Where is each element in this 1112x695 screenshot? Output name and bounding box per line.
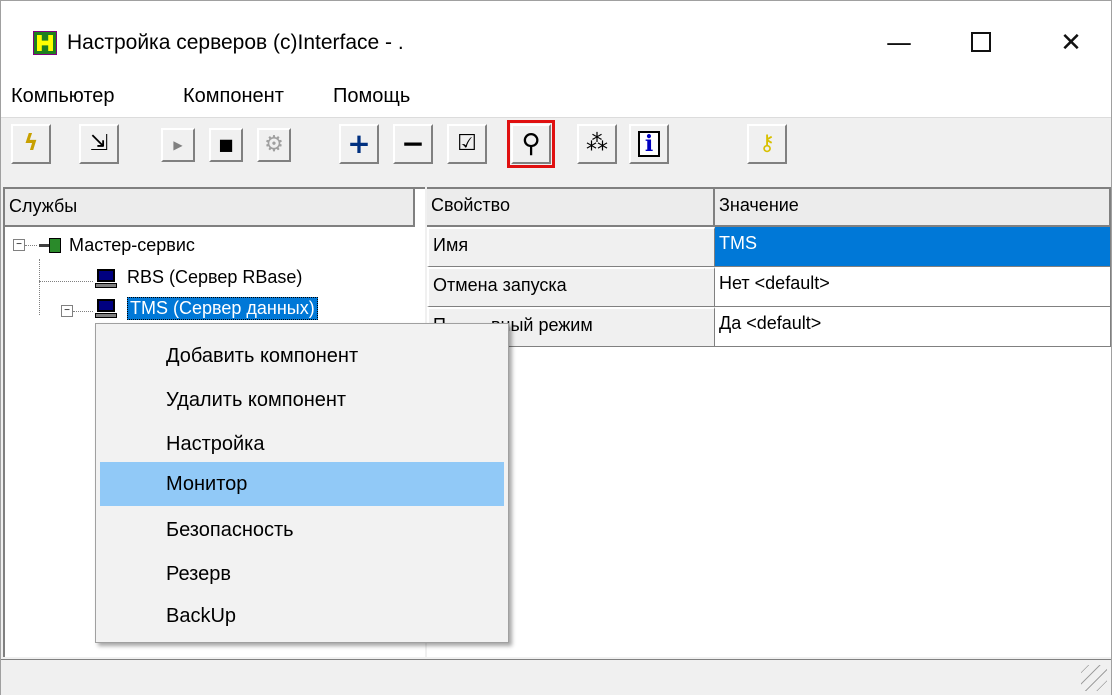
status-bar: [1, 659, 1111, 695]
stop-icon: ■: [218, 135, 234, 154]
stop-button[interactable]: ■: [209, 128, 243, 162]
title-bar: Настройка серверов (c)Interface - . — ✕: [1, 1, 1111, 77]
play-icon: ▶: [173, 138, 183, 152]
remove-icon: −: [401, 127, 425, 160]
export-button[interactable]: ⇲: [79, 124, 119, 164]
tree-connector: [73, 311, 93, 312]
menu-component[interactable]: Компонент: [183, 85, 284, 108]
property-key-name[interactable]: Имя: [427, 227, 715, 267]
tree-expander-root[interactable]: −: [13, 239, 25, 251]
close-button[interactable]: ✕: [1049, 23, 1093, 63]
window-title: Настройка серверов (c)Interface - .: [67, 31, 404, 54]
computer-icon: [95, 269, 117, 289]
menu-help[interactable]: Помощь: [333, 85, 410, 108]
tree-connector: [39, 259, 40, 315]
ctx-add-component[interactable]: Добавить компонент: [100, 334, 504, 378]
start-button[interactable]: ▶: [161, 128, 195, 162]
components-button[interactable]: ⚙: [257, 128, 291, 162]
property-key-cancel-start[interactable]: Отмена запуска: [427, 267, 715, 307]
ctx-backup[interactable]: BackUp: [100, 594, 504, 638]
app-window: Настройка серверов (c)Interface - . — ✕ …: [0, 0, 1112, 695]
resize-grip-icon[interactable]: [1081, 665, 1107, 691]
info-button[interactable]: i: [629, 124, 669, 164]
services-column-header[interactable]: Службы: [5, 189, 415, 227]
value-column-header[interactable]: Значение: [715, 189, 1111, 227]
security-button[interactable]: ⁂: [577, 124, 617, 164]
properties-grid: Свойство Значение Имя TMS Отмена запуска…: [427, 187, 1111, 657]
network-icon: [39, 237, 63, 255]
tree-connector: [39, 281, 93, 282]
properties-icon: ☑: [457, 131, 477, 156]
security-footprints-icon: ⁂: [586, 131, 608, 156]
ctx-remove-component[interactable]: Удалить компонент: [100, 378, 504, 422]
ctx-monitor[interactable]: Монитор: [100, 462, 504, 506]
property-value-cancel-start[interactable]: Нет <default>: [715, 267, 1111, 307]
info-icon: i: [637, 131, 661, 157]
export-icon: ⇲: [89, 131, 109, 156]
app-logo-icon: [33, 31, 57, 55]
tree-expander-tms[interactable]: −: [61, 305, 73, 317]
monitor-search-icon: ⚲: [521, 129, 541, 159]
license-key-button[interactable]: ⚷: [747, 124, 787, 164]
remove-button[interactable]: −: [393, 124, 433, 164]
components-icon: ⚙: [264, 132, 284, 157]
tree-node-master-service[interactable]: Мастер-сервис: [69, 235, 195, 256]
properties-button[interactable]: ☑: [447, 124, 487, 164]
key-icon: ⚷: [758, 131, 776, 156]
tree-node-tms[interactable]: TMS (Сервер данных): [127, 297, 318, 320]
computer-icon: [95, 299, 117, 319]
add-icon: +: [347, 127, 371, 160]
maximize-icon: [971, 31, 991, 52]
add-button[interactable]: +: [339, 124, 379, 164]
lightning-icon: ϟ: [23, 131, 39, 156]
menu-bar: Компьютер Компонент Помощь: [1, 77, 1111, 119]
ctx-security[interactable]: Безопасность: [100, 508, 504, 552]
toolbar: ϟ ⇲ ▶ ■ ⚙ + − ☑ ⚲ ⁂ i ⚷: [1, 117, 1111, 185]
property-value-mode[interactable]: Да <default>: [715, 307, 1111, 347]
maximize-button[interactable]: [959, 23, 1003, 63]
connect-button[interactable]: ϟ: [11, 124, 51, 164]
context-menu: Добавить компонент Удалить компонент Нас…: [95, 323, 509, 643]
ctx-reserve[interactable]: Резерв: [100, 552, 504, 596]
tree-connector: [25, 245, 37, 246]
property-value-name[interactable]: TMS: [715, 227, 1111, 267]
ctx-settings[interactable]: Настройка: [100, 422, 504, 466]
property-column-header[interactable]: Свойство: [427, 189, 715, 227]
tree-node-rbs[interactable]: RBS (Сервер RBase): [127, 267, 302, 288]
menu-computer[interactable]: Компьютер: [11, 85, 115, 108]
minimize-button[interactable]: —: [877, 23, 921, 63]
monitor-button[interactable]: ⚲: [507, 120, 555, 168]
